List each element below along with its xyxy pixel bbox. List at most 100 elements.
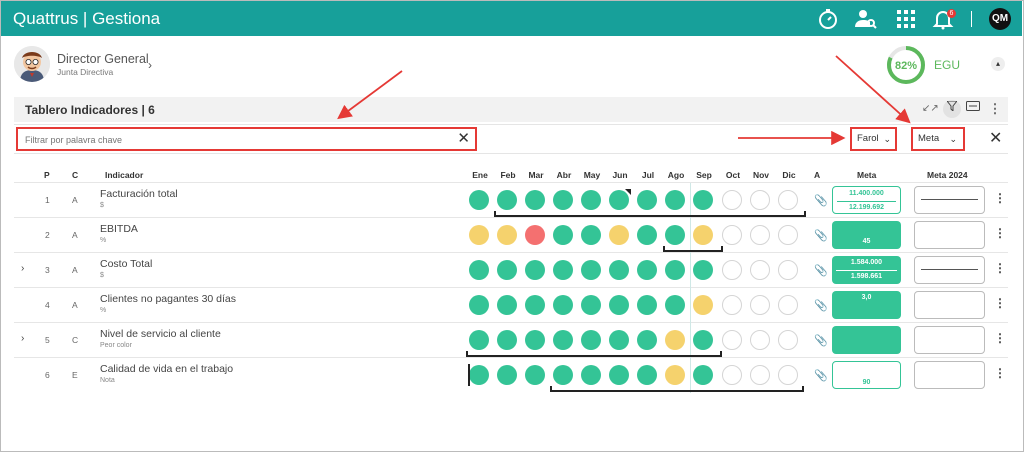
status-dot-oct[interactable] (722, 295, 742, 315)
meta-value-box[interactable]: 11.400.000 12.199.692 (832, 186, 901, 214)
status-dot-feb[interactable] (497, 225, 517, 245)
meta-value-box[interactable]: 3,0 (832, 291, 901, 319)
meta-2024-box[interactable] (914, 326, 985, 354)
status-dot-abr[interactable] (553, 330, 573, 350)
meta-2024-box[interactable] (914, 361, 985, 389)
collapse-up-icon[interactable]: ▴ (991, 57, 1005, 71)
status-dot-sep[interactable] (693, 260, 713, 280)
meta-value-box[interactable] (832, 326, 901, 354)
indicator-row[interactable]: 6 E Calidad de vida en el trabajo Nota 📎 90 … (14, 357, 1008, 393)
status-dot-jun[interactable] (609, 365, 629, 385)
status-dot-feb[interactable] (497, 295, 517, 315)
status-dot-feb[interactable] (497, 260, 517, 280)
indicator-name[interactable]: Facturación total (100, 188, 178, 200)
status-dot-ago[interactable] (665, 365, 685, 385)
status-dot-jul[interactable] (637, 365, 657, 385)
status-dot-jun[interactable] (609, 295, 629, 315)
status-dot-mar[interactable] (525, 225, 545, 245)
indicator-row[interactable]: 2 A EBITDA% 📎 45 ⋮ (14, 217, 1008, 253)
chevron-right-icon[interactable]: › (148, 58, 152, 72)
status-dot-jun[interactable] (609, 330, 629, 350)
row-menu-icon[interactable]: ⋮ (994, 191, 1006, 205)
status-dot-mar[interactable] (525, 365, 545, 385)
status-dot-mar[interactable] (525, 190, 545, 210)
attachment-icon[interactable]: 📎 (814, 194, 828, 207)
attachment-icon[interactable]: 📎 (814, 299, 828, 312)
status-dot-nov[interactable] (750, 260, 770, 280)
status-dot-oct[interactable] (722, 260, 742, 280)
status-dot-nov[interactable] (750, 330, 770, 350)
indicator-name[interactable]: Calidad de vida en el trabajo (100, 363, 233, 375)
status-dot-oct[interactable] (722, 190, 742, 210)
status-dot-sep[interactable] (693, 330, 713, 350)
attachment-icon[interactable]: 📎 (814, 334, 828, 347)
row-menu-icon[interactable]: ⋮ (994, 226, 1006, 240)
meta-2024-box[interactable] (914, 256, 985, 284)
status-dot-jun[interactable] (609, 260, 629, 280)
row-menu-icon[interactable]: ⋮ (994, 366, 1006, 380)
row-menu-icon[interactable]: ⋮ (994, 331, 1006, 345)
status-dot-jul[interactable] (637, 190, 657, 210)
indicator-name[interactable]: Nivel de servicio al cliente (100, 328, 221, 340)
meta-2024-box[interactable] (914, 221, 985, 249)
compress-icon[interactable]: ↙↗ (922, 101, 939, 117)
status-dot-dic[interactable] (778, 365, 798, 385)
status-dot-ago[interactable] (665, 190, 685, 210)
status-dot-ene[interactable] (469, 225, 489, 245)
status-dot-oct[interactable] (722, 330, 742, 350)
status-dot-dic[interactable] (778, 260, 798, 280)
status-dot-may[interactable] (581, 190, 601, 210)
apps-grid-icon[interactable] (894, 7, 918, 31)
legend-card-icon[interactable] (965, 101, 981, 117)
status-dot-ago[interactable] (665, 260, 685, 280)
status-dot-abr[interactable] (553, 190, 573, 210)
status-dot-dic[interactable] (778, 190, 798, 210)
status-dot-may[interactable] (581, 260, 601, 280)
clear-icon[interactable]: ✕ (457, 129, 470, 147)
meta-value-box[interactable]: 45 (832, 221, 901, 249)
indicator-row[interactable]: › 3 A Costo Total $ 📎 1.584.000 1.598.661 ⋮ (14, 252, 1008, 288)
status-dot-may[interactable] (581, 225, 601, 245)
meta-dropdown[interactable]: Meta ⌄ (911, 127, 965, 151)
status-dot-nov[interactable] (750, 295, 770, 315)
expand-row-icon[interactable]: › (21, 263, 24, 274)
stopwatch-icon[interactable] (816, 7, 840, 31)
user-search-icon[interactable] (854, 7, 878, 31)
status-dot-abr[interactable] (553, 295, 573, 315)
attachment-icon[interactable]: 📎 (814, 264, 828, 277)
status-dot-ene[interactable] (469, 330, 489, 350)
status-dot-jul[interactable] (637, 260, 657, 280)
farol-dropdown[interactable]: Farol ⌄ (850, 127, 897, 151)
status-dot-nov[interactable] (750, 225, 770, 245)
status-dot-jul[interactable] (637, 225, 657, 245)
indicator-row[interactable]: 4 A Clientes no pagantes 30 días% 📎 3,0 ⋮ (14, 287, 1008, 323)
status-dot-nov[interactable] (750, 190, 770, 210)
keyword-filter[interactable]: ✕ (16, 127, 477, 151)
status-dot-jun[interactable] (609, 225, 629, 245)
indicator-name[interactable]: Clientes no pagantes 30 días (100, 293, 236, 305)
status-dot-nov[interactable] (750, 365, 770, 385)
status-dot-may[interactable] (581, 295, 601, 315)
filter-icon[interactable] (943, 100, 961, 118)
meta-value-box[interactable]: 1.584.000 1.598.661 (832, 256, 901, 284)
status-dot-mar[interactable] (525, 260, 545, 280)
status-dot-dic[interactable] (778, 330, 798, 350)
status-dot-jul[interactable] (637, 330, 657, 350)
status-dot-may[interactable] (581, 365, 601, 385)
status-dot-mar[interactable] (525, 330, 545, 350)
status-dot-ago[interactable] (665, 295, 685, 315)
indicator-name[interactable]: Costo Total (100, 258, 152, 270)
status-dot-oct[interactable] (722, 225, 742, 245)
status-dot-feb[interactable] (497, 190, 517, 210)
status-dot-abr[interactable] (553, 225, 573, 245)
status-dot-sep[interactable] (693, 225, 713, 245)
attachment-icon[interactable]: 📎 (814, 229, 828, 242)
app-brand[interactable]: Quattrus | Gestiona (13, 9, 160, 29)
status-dot-ene[interactable] (469, 365, 489, 385)
attachment-icon[interactable]: 📎 (814, 369, 828, 382)
close-filter-icon[interactable]: ✕ (989, 128, 1002, 148)
status-dot-abr[interactable] (553, 260, 573, 280)
status-dot-ago[interactable] (665, 225, 685, 245)
status-dot-oct[interactable] (722, 365, 742, 385)
meta-2024-box[interactable] (914, 291, 985, 319)
